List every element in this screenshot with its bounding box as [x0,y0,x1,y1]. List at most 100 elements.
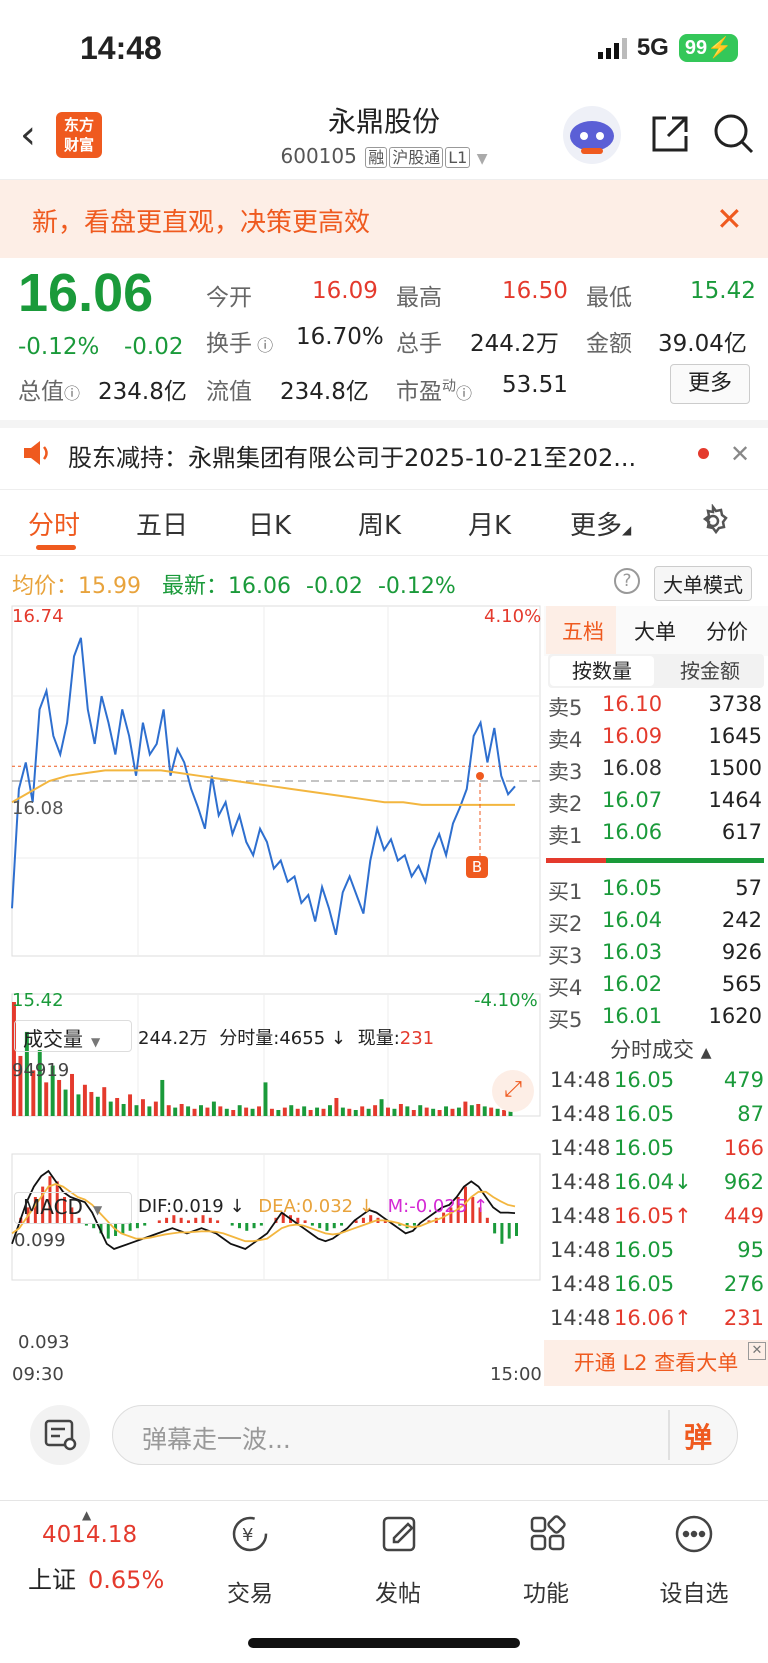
tab-monthly-k[interactable]: 月K [468,505,511,542]
robot-avatar-icon[interactable] [563,106,621,164]
volume-bar [295,1108,300,1116]
subtab-by-quantity[interactable]: 按数量 [550,656,654,686]
close-icon[interactable]: ✕ [716,200,743,238]
status-time: 14:48 [80,30,162,66]
x-end-label: 15:00 [490,1364,542,1385]
macd-bar [412,1223,416,1226]
danmu-send-button[interactable]: 弹 [684,1416,712,1456]
volume-bar [244,1107,249,1116]
home-indicator [248,1638,520,1648]
buy-marker[interactable]: B [466,856,488,878]
bid-row[interactable]: 买1 16.05 57 [548,876,762,908]
macd-indicator-select[interactable]: MACD ▼ [14,1192,132,1224]
nav-features[interactable]: 功能 [496,1574,596,1608]
share-icon[interactable] [648,112,690,158]
y-max-pct-label: 4.10% [484,606,542,627]
x-start-label: 09:30 [12,1364,64,1385]
volume-bar [347,1108,352,1116]
ticks-title[interactable]: 分时成交 ▲ [610,1034,711,1064]
bid-price: 16.03 [602,940,663,964]
bid-row[interactable]: 买4 16.02 565 [548,972,762,1004]
big-order-mode-button[interactable]: 大单模式 [654,566,752,601]
volume-bar [373,1105,378,1116]
tick-time: 14:48 [550,1170,611,1194]
tick-row: 14:48 16.06↑ 231 [550,1306,764,1340]
watchlist-icon[interactable] [672,1512,716,1560]
macd-bar [485,1217,489,1223]
tick-time: 14:48 [550,1068,611,1092]
tab-price-dist[interactable]: 分价 [706,616,748,646]
macd-bar [230,1223,234,1226]
volume-bar [231,1109,236,1116]
pe-label: 市盈动ⓘ [396,378,473,405]
tick-time: 14:48 [550,1102,611,1126]
volume-bar [463,1101,468,1116]
volume-bar [95,1096,100,1116]
ask-row[interactable]: 卖2 16.07 1464 [548,788,762,820]
nav-trade[interactable]: 交易 [200,1574,300,1608]
help-icon[interactable]: ? [614,568,640,594]
volume-value: 244.2万 [470,331,559,357]
pe-value: 53.51 [502,372,568,398]
ask-row[interactable]: 卖4 16.09 1645 [548,724,762,756]
more-button[interactable]: 更多 [670,364,750,404]
tab-order-book[interactable]: 五档 [562,616,604,646]
tick-price: 16.04↓ [614,1170,692,1194]
tick-volume: 166 [723,1136,764,1160]
danmu-placeholder: 弹幕走一波... [142,1425,291,1454]
bid-row[interactable]: 买3 16.03 926 [548,940,762,972]
features-icon[interactable] [526,1512,570,1560]
volume-bar [82,1084,87,1116]
tab-more[interactable]: 更多◢ [570,505,631,542]
nav-add-watchlist[interactable]: 设自选 [644,1574,744,1608]
tick-volume: 479 [723,1068,764,1092]
bid-volume: 926 [721,940,762,964]
volume-bar [360,1106,365,1116]
buy-sell-ratio-green [606,858,764,863]
volume-bar [315,1107,320,1116]
ask-row[interactable]: 卖3 16.08 1500 [548,756,762,788]
macd-bar [135,1223,139,1229]
ask-row[interactable]: 卖5 16.10 3738 [548,692,762,724]
volume-bar [392,1108,397,1116]
index-line[interactable]: 上证 0.65% [28,1560,164,1595]
index-value[interactable]: 4014.18 [42,1522,137,1548]
l2-close-icon[interactable]: ✕ [748,1342,766,1360]
tab-intraday[interactable]: 分时 [28,505,80,542]
macd-bar [252,1223,256,1229]
up-caret-icon: ▲ [82,1508,92,1522]
notice-close-icon[interactable]: ✕ [730,440,750,468]
tick-row: 14:48 16.05 95 [550,1238,764,1272]
macd-bar [245,1223,249,1231]
tab-big-orders[interactable]: 大单 [634,616,676,646]
macd-bar [500,1223,504,1244]
volume-bar [12,1002,16,1116]
post-icon[interactable] [378,1512,422,1560]
bid-row[interactable]: 买2 16.04 242 [548,908,762,940]
bid-row[interactable]: 买5 16.01 1620 [548,1004,762,1036]
chart-area[interactable] [0,604,544,1384]
settings-icon[interactable] [696,503,730,542]
l2-upgrade-banner[interactable]: 开通 L2 查看大单 [544,1340,768,1386]
speaker-icon [20,438,52,472]
tab-daily-k[interactable]: 日K [248,505,291,542]
volume-indicator-select[interactable]: 成交量 ▼ [14,1020,132,1052]
change-amount: -0.02 [124,334,184,360]
tick-volume: 231 [723,1306,764,1330]
danmu-settings-icon[interactable] [30,1405,90,1465]
volume-bar [495,1108,500,1116]
volume-label: 总手 [396,331,442,357]
ask-row[interactable]: 卖1 16.06 617 [548,820,762,852]
tab-weekly-k[interactable]: 周K [358,505,401,542]
bid-volume: 565 [721,972,762,996]
macd-bar [507,1223,511,1239]
tab-five-day[interactable]: 五日 [136,505,188,542]
expand-icon[interactable]: ⤢ [492,1070,534,1112]
macd-bar [515,1223,518,1236]
volume-bar [327,1105,332,1116]
nav-post[interactable]: 发帖 [348,1574,448,1608]
subtab-by-amount[interactable]: 按金额 [658,656,762,686]
search-icon[interactable] [712,112,756,160]
tag-level: L1 [445,147,471,168]
trade-icon[interactable]: ¥ [228,1512,272,1560]
